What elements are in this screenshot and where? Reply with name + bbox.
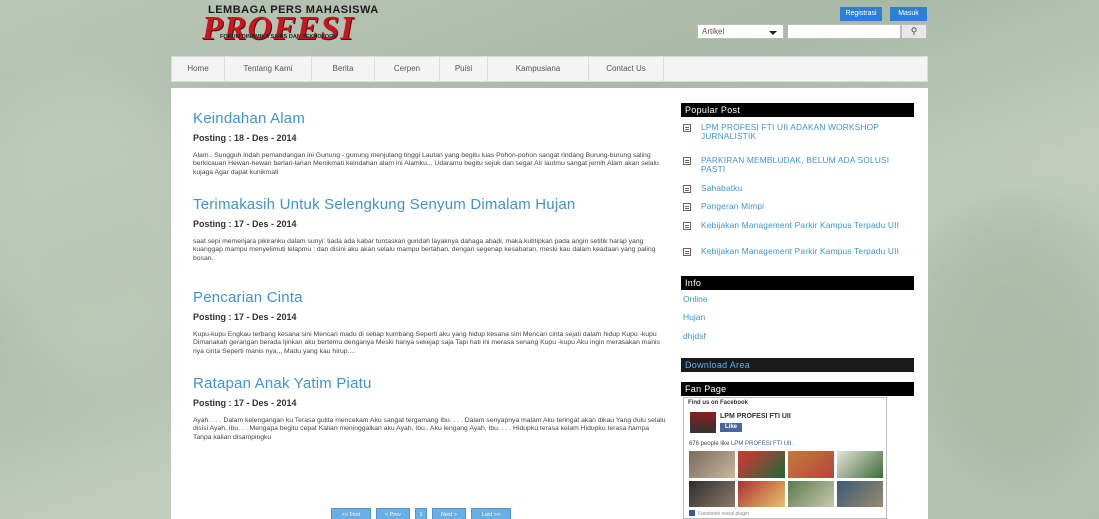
info-link[interactable]: Hujan <box>683 312 705 322</box>
document-icon <box>683 157 691 165</box>
post-item: Pencarian Cinta Posting : 17 - Des - 201… <box>193 289 668 356</box>
popular-post-link[interactable]: Kebijakan Management Parkir Kampus Terpa… <box>701 221 899 230</box>
fan-avatar[interactable] <box>689 451 736 478</box>
popular-post-item[interactable]: Sahabatku <box>683 184 913 193</box>
fan-avatar[interactable] <box>836 451 883 478</box>
post-excerpt: Alam.. Sungguh indah pemandangan ini Gun… <box>193 152 659 176</box>
pager-first[interactable]: << First <box>331 508 371 519</box>
nav-cerpen[interactable]: Cerpen <box>375 57 440 81</box>
post-excerpt: Ayah. . . . Dalam kelengangan ku Terasa … <box>193 417 666 441</box>
popular-post-link[interactable]: Sahabatku <box>701 184 742 193</box>
chevron-down-icon <box>769 31 777 35</box>
fan-avatar[interactable] <box>738 451 785 478</box>
popular-post-item[interactable]: PARKIRAN MEMBLUDAK, BELUM ADA SOLUSI PAS… <box>683 156 913 173</box>
post-item: Ratapan Anak Yatim Piatu Posting : 17 - … <box>193 375 668 442</box>
search-category-value: Artikel <box>702 27 725 36</box>
login-button[interactable]: Masuk <box>890 7 927 21</box>
nav-berita[interactable]: Berita <box>312 57 375 81</box>
pager-prev[interactable]: < Prev <box>376 508 410 519</box>
post-item: Keindahan Alam Posting : 18 - Des - 2014… <box>193 110 668 177</box>
document-icon <box>683 203 691 211</box>
document-icon <box>683 124 691 132</box>
post-date: Posting : 18 - Des - 2014 <box>193 133 297 143</box>
facebook-fan-faces <box>689 451 883 507</box>
post-excerpt: saat sepi memenjara pikiranku dalam suny… <box>193 238 656 262</box>
nav-contact-us[interactable]: Contact Us <box>589 57 664 81</box>
fan-avatar[interactable] <box>787 451 834 478</box>
logo-brand: PROFESI <box>202 10 355 47</box>
document-icon <box>683 222 691 230</box>
pagination: << First < Prev 1 Next > Last >> <box>331 508 511 519</box>
facebook-count-link[interactable]: LPM PROFESI FTI UII. <box>731 441 793 447</box>
pager-page-1[interactable]: 1 <box>415 508 427 519</box>
fan-page-heading: Fan Page <box>681 382 914 396</box>
post-title[interactable]: Ratapan Anak Yatim Piatu <box>193 375 668 392</box>
popular-post-item[interactable]: LPM PROFESI FTI UII ADAKAN WORKSHOP JURN… <box>683 123 913 140</box>
facebook-find-text: Find us on Facebook <box>688 400 749 406</box>
facebook-count-text: 676 people like <box>689 441 730 447</box>
popular-post-link[interactable]: LPM PROFESI FTI UII ADAKAN WORKSHOP JURN… <box>701 123 913 140</box>
post-title[interactable]: Pencarian Cinta <box>193 289 668 306</box>
popular-post-item[interactable]: Pangeran Mimpi <box>683 202 913 211</box>
facebook-like-count: 676 people like LPM PROFESI FTI UII. <box>689 441 793 447</box>
popular-post-link[interactable]: Pangeran Mimpi <box>701 202 764 211</box>
logo-subtitle: FORUM DINAMIKA SAINS DAN TEKNOLOGI <box>220 34 335 40</box>
nav-home[interactable]: Home <box>172 57 225 81</box>
fan-avatar[interactable] <box>689 480 736 507</box>
facebook-footer-text: Facebook social plugin <box>698 511 749 517</box>
main-content: Keindahan Alam Posting : 18 - Des - 2014… <box>171 88 928 519</box>
search-input[interactable] <box>787 24 901 39</box>
info-link[interactable]: dhjdsf <box>683 331 706 341</box>
fan-avatar[interactable] <box>738 480 785 507</box>
document-icon <box>683 248 691 256</box>
post-title[interactable]: Keindahan Alam <box>193 110 668 127</box>
nav-tentang-kami[interactable]: Tentang Kami <box>225 57 312 81</box>
pager-last[interactable]: Last >> <box>471 508 511 519</box>
facebook-widget: Find us on Facebook LPM PROFESI FTI UII … <box>683 397 887 519</box>
facebook-footer: Facebook social plugin <box>689 510 749 517</box>
fan-avatar[interactable] <box>836 480 883 507</box>
fan-avatar[interactable] <box>787 480 834 507</box>
document-icon <box>683 185 691 193</box>
facebook-icon <box>689 510 695 516</box>
post-date: Posting : 17 - Des - 2014 <box>193 312 297 322</box>
popular-post-heading: Popular Post <box>681 103 914 117</box>
background-decoration <box>900 200 1099 480</box>
download-area-heading[interactable]: Download Area <box>681 358 914 372</box>
post-date: Posting : 17 - Des - 2014 <box>193 219 297 229</box>
facebook-page-name[interactable]: LPM PROFESI FTI UII <box>720 413 791 420</box>
register-button[interactable]: Registrasi <box>840 7 882 21</box>
main-nav: Home Tentang Kami Berita Cerpen Puisi Ka… <box>171 56 928 82</box>
info-heading: Info <box>681 276 914 290</box>
search-icon: ⚲ <box>910 26 918 36</box>
nav-kampusiana[interactable]: Kampusiana <box>488 57 589 81</box>
info-link[interactable]: Online <box>683 294 708 304</box>
search-button[interactable]: ⚲ <box>901 24 927 39</box>
site-logo[interactable]: LEMBAGA PERS MAHASISWA PROFESI FORUM DIN… <box>200 4 400 47</box>
search-category-select[interactable]: Artikel <box>697 24 784 39</box>
post-date: Posting : 17 - Des - 2014 <box>193 398 297 408</box>
popular-post-link[interactable]: PARKIRAN MEMBLUDAK, BELUM ADA SOLUSI PAS… <box>701 156 913 173</box>
facebook-page-avatar[interactable] <box>690 412 716 433</box>
popular-post-link[interactable]: Kebijakan Management Parkir Kampus Terpa… <box>701 247 899 256</box>
facebook-like-button[interactable]: Like <box>720 423 742 432</box>
post-title[interactable]: Terimakasih Untuk Selengkung Senyum Dima… <box>193 196 668 213</box>
nav-puisi[interactable]: Puisi <box>440 57 488 81</box>
post-item: Terimakasih Untuk Selengkung Senyum Dima… <box>193 196 668 263</box>
popular-post-item[interactable]: Kebijakan Management Parkir Kampus Terpa… <box>683 221 913 230</box>
pager-next[interactable]: Next > <box>432 508 466 519</box>
post-excerpt: Kupu-kupu Engkau terbang kesana sini Men… <box>193 331 660 355</box>
popular-post-item[interactable]: Kebijakan Management Parkir Kampus Terpa… <box>683 247 913 256</box>
